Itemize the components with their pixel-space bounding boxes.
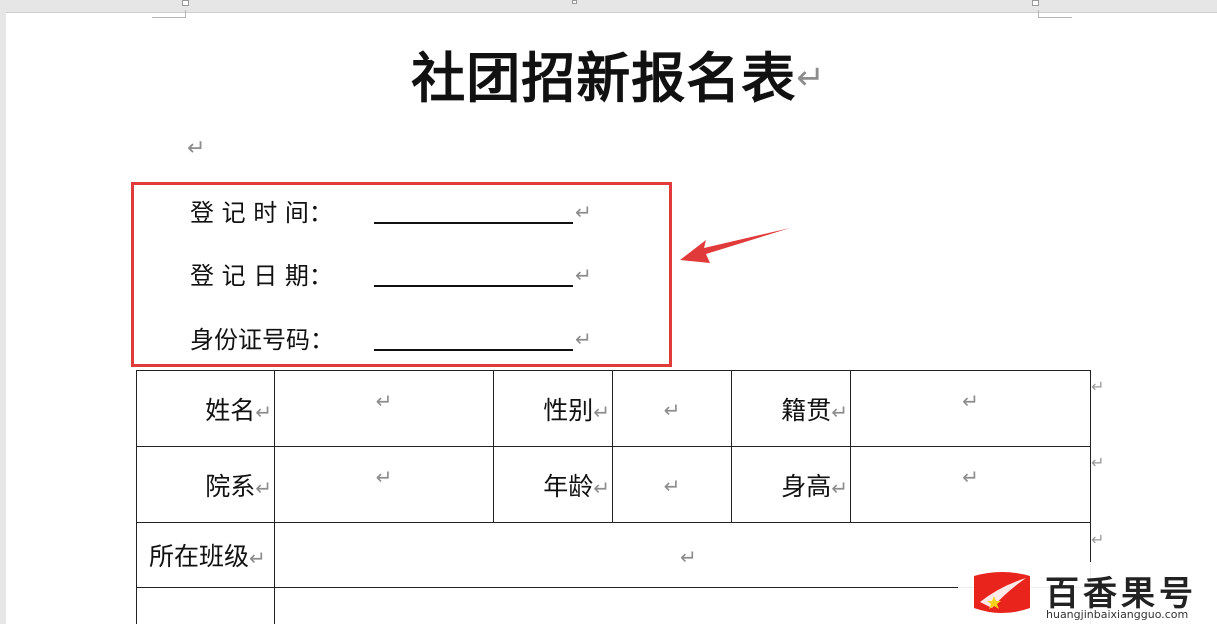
table-row: 所在班级↵ ↵	[136, 522, 1091, 588]
ruler-right-marker[interactable]	[1032, 0, 1039, 6]
paragraph-mark-icon: ↵	[663, 474, 681, 498]
title-text: 社团招新报名表	[411, 46, 797, 110]
field-label: 身份证号码：	[190, 326, 334, 354]
cell-label-hometown[interactable]: 籍贯↵	[731, 370, 851, 447]
paragraph-mark-icon: ↵	[796, 58, 826, 98]
fill-in-underline[interactable]	[374, 285, 573, 287]
paragraph-mark-icon: ↵	[575, 200, 592, 224]
cell-label-empty[interactable]	[136, 587, 275, 624]
watermark-url: huangjinbaixiangguo.com	[1046, 608, 1189, 621]
paragraph-mark-icon: ↵	[962, 465, 979, 489]
registration-table: 姓名↵ ↵ 性别↵ ↵ 籍贯↵ ↵ 院系↵ ↵ 年龄↵ ↵ 身高↵ ↵ 所在班级…	[136, 370, 1091, 624]
paragraph-mark-icon: ↵	[663, 398, 681, 422]
margin-corner-right	[1038, 10, 1072, 18]
field-label: 登 记 时 间：	[190, 199, 333, 227]
row-end-mark-icon: ↵	[1091, 377, 1105, 396]
cell-label-department[interactable]: 院系↵	[136, 446, 275, 523]
fill-in-underline[interactable]	[374, 349, 573, 351]
annotation-arrow-icon	[680, 228, 790, 263]
brand-logo-icon	[974, 572, 1030, 613]
paragraph-mark-icon: ↵	[680, 544, 697, 569]
paragraph-mark-icon: ↵	[375, 465, 393, 489]
cell-label-class[interactable]: 所在班级↵	[136, 522, 275, 588]
fill-in-underline[interactable]	[374, 222, 573, 224]
row-end-mark-icon: ↵	[1091, 453, 1105, 472]
ruler-tab-marker[interactable]	[572, 0, 577, 4]
cell-input-gender[interactable]: ↵	[612, 370, 732, 447]
cell-input-age[interactable]: ↵	[612, 446, 732, 523]
cell-label-name[interactable]: 姓名↵	[136, 370, 275, 447]
paragraph-mark-icon: ↵	[575, 263, 592, 287]
cell-input-name[interactable]: ↵	[274, 370, 494, 447]
row-end-mark-icon: ↵	[1091, 530, 1105, 549]
cell-input-hometown[interactable]: ↵	[850, 370, 1091, 447]
field-label: 登 记 日 期：	[190, 262, 333, 290]
cell-input-department[interactable]: ↵	[274, 446, 494, 523]
paragraph-mark-icon: ↵	[375, 389, 393, 413]
ruler-indent-marker[interactable]	[182, 0, 189, 6]
paragraph-mark-icon: ↵	[187, 136, 206, 161]
document-title[interactable]: 社团招新报名表↵	[0, 34, 1217, 113]
cell-label-height[interactable]: 身高↵	[731, 446, 851, 523]
field-id-number[interactable]: 身份证号码： ↵	[190, 321, 592, 355]
table-row: 院系↵ ↵ 年龄↵ ↵ 身高↵ ↵	[136, 446, 1091, 523]
margin-corner-left	[152, 10, 186, 18]
cell-label-gender[interactable]: 性别↵	[493, 370, 613, 447]
table-row: 姓名↵ ↵ 性别↵ ↵ 籍贯↵ ↵	[136, 370, 1091, 447]
cell-input-height[interactable]: ↵	[850, 446, 1091, 523]
paragraph-mark-icon: ↵	[575, 327, 592, 351]
cell-label-age[interactable]: 年龄↵	[493, 446, 613, 523]
paragraph-mark-icon: ↵	[962, 389, 979, 413]
field-registration-date[interactable]: 登 记 日 期： ↵	[190, 257, 592, 291]
table-row: ↵	[136, 587, 1091, 624]
field-registration-time[interactable]: 登 记 时 间： ↵	[190, 194, 592, 228]
